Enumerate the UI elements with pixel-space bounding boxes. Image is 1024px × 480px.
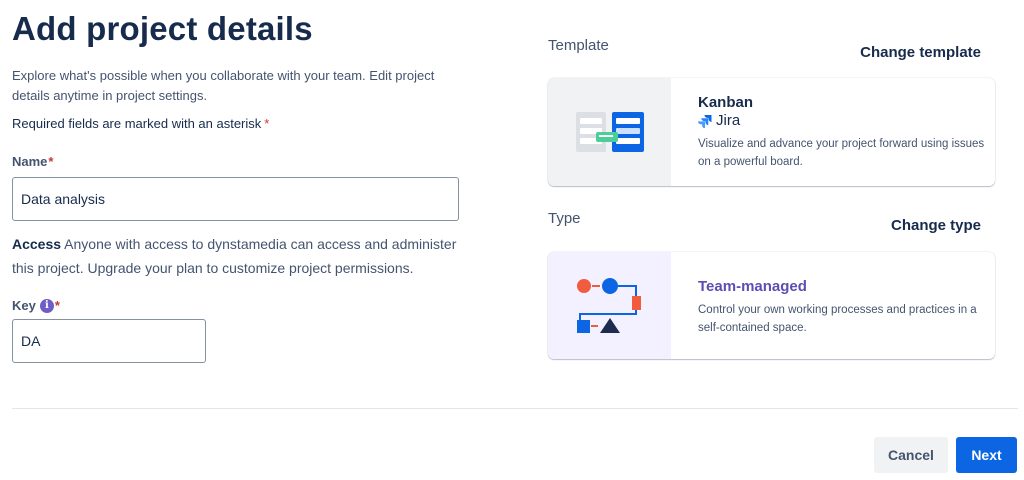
info-icon[interactable]: i [39, 298, 54, 313]
template-card-body: Kanban Jira Visualize and advance your p… [671, 78, 995, 186]
type-card[interactable]: Team-managed Control your own working pr… [548, 252, 995, 359]
name-required-asterisk: * [48, 154, 54, 169]
template-card-description: Visualize and advance your project forwa… [698, 138, 985, 168]
footer-divider [12, 408, 1018, 409]
key-label-text: Key [12, 298, 36, 313]
type-section-label: Type [548, 210, 581, 227]
kanban-illustration-icon [548, 78, 671, 186]
key-label: Key i * [12, 298, 60, 313]
required-note-text: Required fields are marked with an aster… [12, 116, 262, 131]
intro-text: Explore what's possible when you collabo… [12, 68, 435, 103]
key-field[interactable] [12, 319, 206, 363]
jira-brand: Jira [698, 112, 995, 129]
required-note: Required fields are marked with an aster… [12, 116, 269, 131]
template-card-title: Kanban [698, 94, 754, 111]
type-card-title: Team-managed [698, 278, 807, 295]
name-field[interactable] [12, 177, 459, 221]
type-card-description: Control your own working processes and p… [698, 304, 977, 334]
type-card-body: Team-managed Control your own working pr… [671, 252, 995, 359]
jira-brand-text: Jira [716, 112, 741, 129]
access-text: Anyone with access to dynstamedia can ac… [12, 236, 457, 276]
template-section-label: Template [548, 37, 609, 54]
next-button[interactable]: Next [956, 437, 1017, 473]
access-description: Access Anyone with access to dynstamedia… [12, 232, 472, 280]
cancel-button[interactable]: Cancel [874, 437, 948, 473]
jira-logo-icon [698, 114, 712, 128]
team-managed-illustration-icon [548, 252, 671, 359]
access-label: Access [12, 236, 62, 252]
change-type-button[interactable]: Change type [891, 217, 981, 234]
asterisk: * [264, 116, 270, 131]
change-template-button[interactable]: Change template [860, 44, 981, 61]
name-label-text: Name [12, 154, 48, 169]
template-card[interactable]: Kanban Jira Visualize and advance your p… [548, 78, 995, 186]
name-label: Name * [12, 154, 53, 169]
key-required-asterisk: * [54, 298, 60, 313]
page-title: Add project details [12, 10, 313, 47]
